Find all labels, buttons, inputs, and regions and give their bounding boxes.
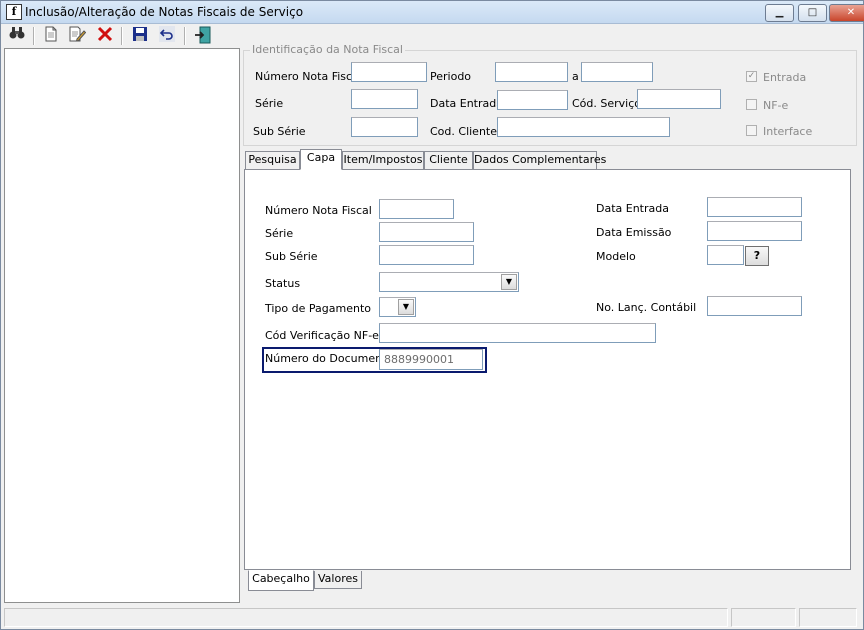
status-select[interactable]: ▼ <box>379 272 519 292</box>
capa-numero-field[interactable] <box>379 199 454 219</box>
new-document-icon[interactable] <box>41 26 61 46</box>
periodo-end-field[interactable] <box>581 62 653 82</box>
cod-verificacao-label: Cód Verificação NF-e <box>265 329 379 342</box>
tipo-pagamento-select[interactable]: ▼ <box>379 297 416 317</box>
capa-data-entrada-label: Data Entrada <box>596 202 669 215</box>
cod-servico-field[interactable] <box>637 89 721 109</box>
maximize-button[interactable]: □ <box>798 4 827 22</box>
nfe-label: NF-e <box>763 99 789 112</box>
app-icon: f <box>6 4 22 20</box>
entrada-checkbox[interactable]: ✓ <box>746 71 757 82</box>
check-icon: ✓ <box>747 71 756 81</box>
status-pane-3 <box>799 608 857 627</box>
tab-item-impostos[interactable]: Item/Impostos <box>342 151 424 169</box>
minimize-button[interactable]: ▁ <box>765 4 794 22</box>
binoculars-icon[interactable] <box>7 26 27 46</box>
numero-documento-field[interactable]: 8889990001 <box>379 349 483 370</box>
toolbar <box>1 24 863 48</box>
serie-field[interactable] <box>351 89 418 109</box>
close-icon: ✕ <box>846 7 856 18</box>
sub-serie-label: Sub Série <box>253 125 306 138</box>
lanc-contabil-field[interactable] <box>707 296 802 316</box>
periodo-start-field[interactable] <box>495 62 568 82</box>
interface-label: Interface <box>763 125 813 138</box>
delete-icon[interactable] <box>95 26 115 46</box>
status-bar <box>1 606 863 629</box>
title-bar[interactable]: f Inclusão/Alteração de Notas Fiscais de… <box>1 1 864 24</box>
maximize-icon: □ <box>807 7 818 18</box>
toolbar-separator <box>121 27 123 45</box>
modelo-help-button[interactable]: ? <box>745 246 769 266</box>
tab-dados-complementares[interactable]: Dados Complementares <box>473 151 606 169</box>
cod-cliente-label: Cod. Cliente <box>430 125 497 138</box>
periodo-a-label: a <box>572 70 579 83</box>
status-pane-main <box>4 608 728 627</box>
periodo-label: Periodo <box>430 70 472 83</box>
save-icon[interactable] <box>130 26 150 46</box>
data-entrada-field[interactable] <box>497 90 568 110</box>
interface-checkbox[interactable] <box>746 125 757 136</box>
tab-capa[interactable]: Capa <box>300 149 342 170</box>
status-label: Status <box>265 277 301 290</box>
capa-data-entrada-field[interactable] <box>707 197 802 217</box>
undo-icon[interactable] <box>157 26 177 46</box>
status-pane-2 <box>731 608 796 627</box>
toolbar-separator <box>33 27 35 45</box>
nfe-checkbox[interactable] <box>746 99 757 110</box>
entrada-label: Entrada <box>763 71 807 84</box>
chevron-down-icon[interactable]: ▼ <box>501 274 517 290</box>
edit-document-icon[interactable] <box>67 26 87 46</box>
window-title: Inclusão/Alteração de Notas Fiscais de S… <box>25 5 304 19</box>
ident-legend: Identificação da Nota Fiscal <box>250 43 405 56</box>
toolbar-separator <box>184 27 186 45</box>
lanc-contabil-label: No. Lanç. Contábil <box>596 301 697 314</box>
chevron-down-icon[interactable]: ▼ <box>398 299 414 315</box>
modelo-label: Modelo <box>596 250 636 263</box>
cod-servico-label: Cód. Serviço <box>572 97 642 110</box>
tab-cliente[interactable]: Cliente <box>424 151 473 169</box>
close-button[interactable]: ✕ <box>829 4 864 22</box>
cod-verificacao-field[interactable] <box>379 323 656 343</box>
serie-label: Série <box>255 97 284 110</box>
tab-pesquisa[interactable]: Pesquisa <box>245 151 300 169</box>
exit-icon[interactable] <box>193 26 213 46</box>
capa-serie-label: Série <box>265 227 294 240</box>
data-entrada-label: Data Entrada <box>430 97 503 110</box>
cod-cliente-field[interactable] <box>497 117 670 137</box>
capa-numero-label: Número Nota Fiscal <box>265 204 372 217</box>
capa-sub-serie-label: Sub Série <box>265 250 318 263</box>
minimize-icon: ▁ <box>775 7 784 18</box>
data-emissao-field[interactable] <box>707 221 802 241</box>
modelo-field[interactable] <box>707 245 744 265</box>
numero-nf-field[interactable] <box>351 62 427 82</box>
data-emissao-label: Data Emissão <box>596 226 672 239</box>
numero-nf-label: Número Nota Fiscal <box>255 70 362 83</box>
tab-cabecalho[interactable]: Cabeçalho <box>248 570 314 591</box>
tab-valores[interactable]: Valores <box>314 571 362 589</box>
tipo-pagamento-label: Tipo de Pagamento <box>265 302 371 315</box>
tree-panel[interactable] <box>4 48 240 603</box>
sub-serie-field[interactable] <box>351 117 418 137</box>
capa-serie-field[interactable] <box>379 222 474 242</box>
numero-documento-label: Número do Documento <box>265 352 394 365</box>
capa-sub-serie-field[interactable] <box>379 245 474 265</box>
